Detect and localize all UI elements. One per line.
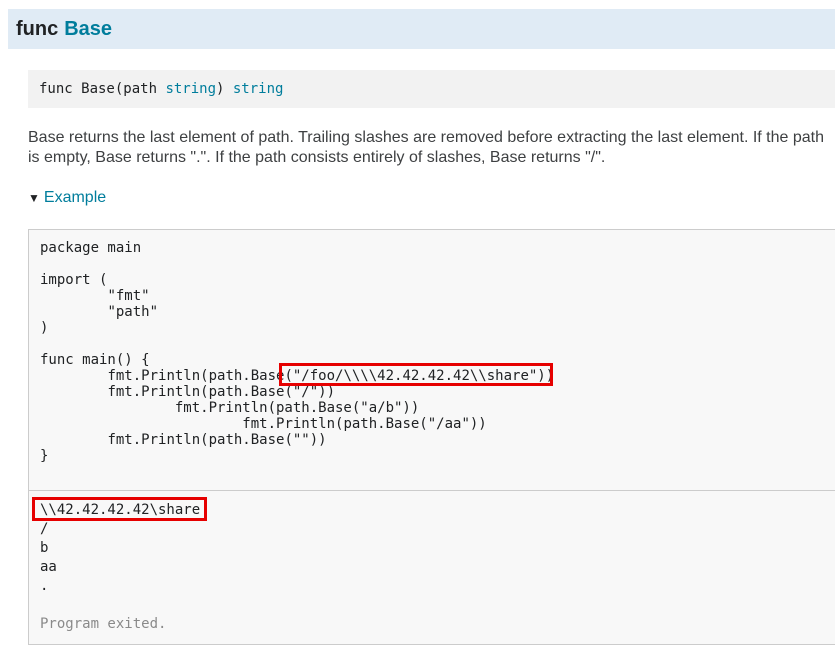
code-editor[interactable]: package main import ( "fmt" "path") func m… — [28, 229, 835, 491]
program-status: Program exited. — [40, 616, 167, 632]
func-heading: func Base — [16, 18, 112, 41]
output-line: aa — [40, 559, 57, 575]
param-type-link[interactable]: string — [165, 81, 216, 97]
code-line: package main — [40, 240, 142, 256]
example-toggle[interactable]: ▼ Example — [28, 188, 106, 208]
func-header: func Base — [8, 9, 835, 49]
signature-middle: ) — [216, 81, 233, 97]
output-line: \\42.42.42.42\share — [40, 502, 201, 518]
code-line: import ( — [40, 272, 108, 288]
code-line: fmt.Println(path.Base("/")) — [40, 384, 336, 400]
func-name-link[interactable]: Base — [64, 18, 112, 40]
return-type-link[interactable]: string — [233, 81, 284, 97]
function-description: Base returns the last element of path. T… — [28, 129, 824, 166]
code-line: "fmt" — [40, 288, 150, 304]
code-line: fmt.Println(path.Base("/aa")) — [40, 416, 487, 432]
output-content: \\42.42.42.42\share / b aa. Program exited. — [40, 501, 200, 634]
code-line: fmt.Println(path.Base("/foo/\\\\42.42.42… — [40, 368, 555, 384]
function-signature: func Base(path string) string — [28, 70, 835, 108]
code-line: } — [40, 448, 49, 464]
triangle-down-icon: ▼ — [28, 191, 40, 205]
code-content: package main import ( "fmt" "path") func m… — [40, 240, 554, 464]
code-line: fmt.Println(path.Base("")) — [40, 432, 327, 448]
code-line: ) — [40, 320, 49, 336]
example-label: Example — [43, 189, 107, 206]
code-line: fmt.Println(path.Base("a/b")) — [40, 400, 420, 416]
code-line: func main() { — [40, 352, 150, 368]
output-line: b — [40, 540, 49, 556]
func-keyword: func — [16, 17, 59, 40]
output-spacer — [40, 596, 200, 615]
output-line: / — [40, 521, 49, 537]
doc-page: func Base func Base(path string) string B… — [0, 0, 835, 658]
output-panel: \\42.42.42.42\share / b aa. Program exited. — [28, 490, 835, 645]
signature-prefix: func Base(path — [39, 81, 166, 97]
code-line: "path" — [40, 304, 159, 320]
output-line: . — [40, 578, 49, 594]
